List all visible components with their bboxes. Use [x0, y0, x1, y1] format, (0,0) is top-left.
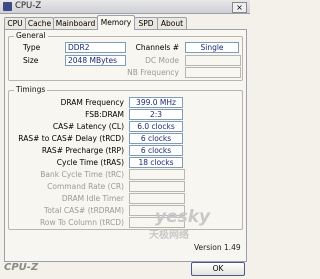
nb-frequency-value [185, 67, 241, 78]
tab-cache[interactable]: Cache [25, 17, 54, 29]
window-title: CPU-Z [15, 1, 42, 11]
timing-value: 6 clocks [129, 133, 183, 144]
timing-label: Row To Column (tRCD) [39, 218, 124, 227]
timing-label: Cycle Time (tRAS) [56, 158, 124, 167]
timing-value: 18 clocks [129, 157, 183, 168]
tab-memory[interactable]: Memory [97, 15, 135, 30]
timing-value: 399.0 MHz [129, 97, 183, 108]
watermark-top: yesky [155, 207, 211, 227]
channels-value: Single [185, 42, 239, 53]
timing-label: CAS# Latency (CL) [52, 122, 124, 131]
tab-about[interactable]: About [157, 17, 187, 29]
timing-value [129, 181, 185, 192]
ok-button[interactable]: OK [191, 262, 245, 276]
channels-label: Channels # [135, 43, 179, 52]
title-bar: CPU-Z × [0, 0, 250, 14]
timing-label: RAS# Precharge (tRP) [41, 146, 124, 155]
timing-label: DRAM Idle Timer [61, 194, 124, 203]
tab-spd[interactable]: SPD [134, 17, 158, 29]
size-label: Size [23, 56, 39, 65]
timing-label: Total CAS# (tRDRAM) [44, 206, 124, 215]
type-label: Type [23, 43, 41, 52]
dc-mode-value [185, 55, 241, 66]
timing-value: 6.0 clocks [129, 121, 183, 132]
timing-label: Bank Cycle Time (tRC) [40, 170, 124, 179]
yesky-watermark: yesky 天极网络 [147, 207, 239, 241]
tab-cpu[interactable]: CPU [4, 17, 26, 29]
timing-label: Command Rate (CR) [47, 182, 124, 191]
timing-value: 2:3 [129, 109, 183, 120]
watermark-bottom: 天极网络 [149, 230, 189, 241]
close-button[interactable]: × [232, 2, 247, 13]
tab-bar: CPU Cache Mainboard Memory SPD About [4, 15, 248, 30]
timing-label: FSB:DRAM [85, 110, 124, 119]
dc-mode-label: DC Mode [145, 56, 179, 65]
timing-value [129, 169, 185, 180]
timing-label: DRAM Frequency [60, 98, 124, 107]
cpu-z-app-icon [3, 2, 12, 11]
timings-group-title: Timings [14, 85, 48, 94]
general-group-title: General [14, 31, 48, 40]
timing-value: 6 clocks [129, 145, 183, 156]
general-group: General Type DDR2 Size 2048 MBytes Chann… [8, 31, 243, 81]
nb-frequency-label: NB Frequency [127, 68, 179, 77]
version-label: Version 1.49 [194, 243, 241, 252]
footer-brand: CPU-Z [4, 262, 39, 273]
timing-value [129, 193, 185, 204]
tab-mainboard[interactable]: Mainboard [53, 17, 98, 29]
timing-label: RAS# to CAS# Delay (tRCD) [18, 134, 124, 143]
